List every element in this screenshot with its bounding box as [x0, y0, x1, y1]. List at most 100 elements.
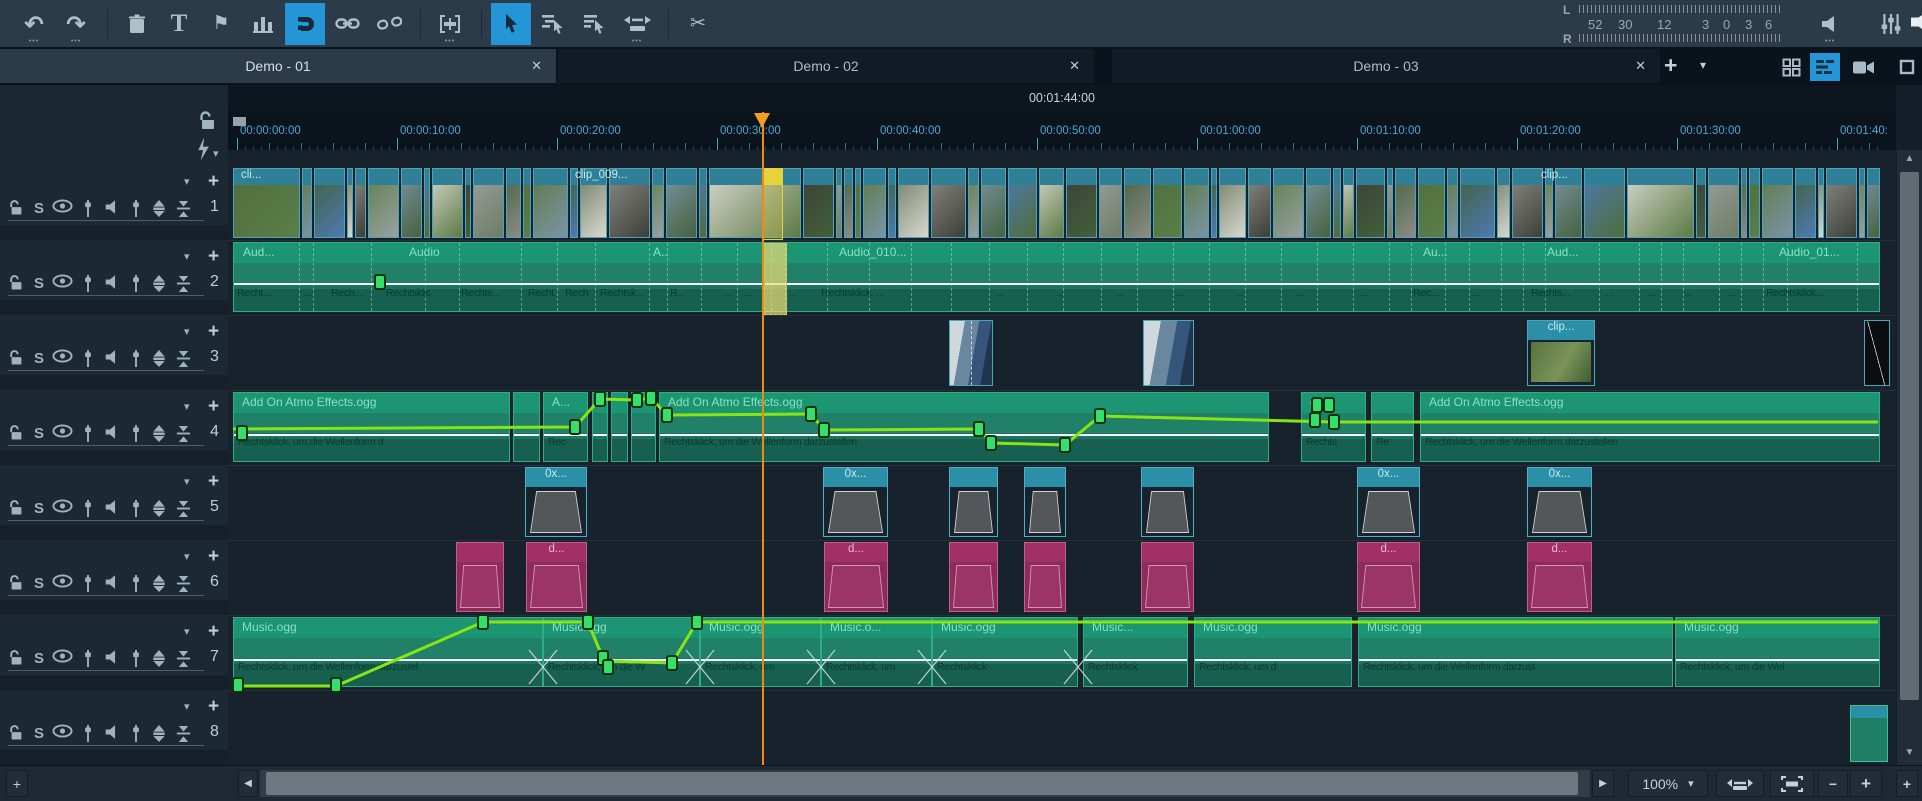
track-speaker-icon[interactable]: [104, 649, 121, 670]
track-lock-icon[interactable]: [8, 724, 25, 747]
track-lock-icon[interactable]: [8, 649, 25, 672]
track-menu-caret-icon[interactable]: ▾: [184, 325, 190, 338]
timeline-background[interactable]: [228, 150, 1896, 765]
track-add-icon[interactable]: +: [208, 546, 219, 568]
track-add-icon[interactable]: +: [208, 246, 219, 268]
stretch-button[interactable]: •••: [617, 3, 657, 45]
track-add-icon[interactable]: +: [208, 396, 219, 418]
track-speaker-icon[interactable]: [104, 499, 121, 520]
track-solo-icon[interactable]: S: [34, 200, 44, 217]
monitor-view-button[interactable]: [1892, 53, 1922, 81]
add-tab-button[interactable]: +: [1664, 52, 1677, 79]
track-speaker-icon[interactable]: [104, 274, 121, 295]
magnet-snap-button[interactable]: [285, 3, 325, 45]
track-lock-icon[interactable]: [8, 499, 25, 522]
track-add-icon[interactable]: +: [208, 696, 219, 718]
vertical-scroll-thumb[interactable]: [1900, 172, 1919, 700]
range-select-button[interactable]: [533, 3, 573, 45]
delete-button[interactable]: [117, 3, 157, 45]
track-solo-icon[interactable]: S: [34, 650, 44, 667]
track-menu-caret-icon[interactable]: ▾: [184, 250, 190, 263]
ruler-lock-icon[interactable]: [198, 110, 218, 132]
undo-button[interactable]: ↶•••: [14, 3, 54, 45]
object-select-button[interactable]: [575, 3, 615, 45]
marker-button[interactable]: ⚑: [201, 3, 241, 45]
mouse-pointer-button[interactable]: [491, 3, 531, 45]
master-volume-button[interactable]: •••: [1812, 3, 1848, 45]
grid-view-button[interactable]: [1776, 53, 1806, 81]
split-button[interactable]: ✂: [678, 3, 718, 45]
ungroup-button[interactable]: [369, 3, 409, 45]
zoom-horizontal-button[interactable]: [1716, 770, 1764, 797]
title-text-button[interactable]: T: [159, 3, 199, 45]
track-visibility-icon[interactable]: [52, 349, 73, 368]
track-menu-caret-icon[interactable]: ▾: [184, 475, 190, 488]
track-visibility-icon[interactable]: [52, 649, 73, 668]
scroll-left-icon[interactable]: ◀: [238, 770, 258, 797]
track-solo-icon[interactable]: S: [34, 725, 44, 742]
zoom-fit-button[interactable]: [1770, 770, 1814, 797]
horizontal-scrollbar[interactable]: [260, 770, 1590, 797]
track-lock-icon[interactable]: [8, 424, 25, 447]
scroll-right-icon[interactable]: ▶: [1592, 770, 1614, 797]
tab-close-icon[interactable]: ✕: [1069, 58, 1080, 74]
track-speaker-icon[interactable]: [104, 724, 121, 745]
track-visibility-icon[interactable]: [52, 424, 73, 443]
track-add-icon[interactable]: +: [208, 321, 219, 343]
track-menu-caret-icon[interactable]: ▾: [184, 175, 190, 188]
track-lock-icon[interactable]: [8, 349, 25, 372]
track-add-icon[interactable]: +: [208, 171, 219, 193]
add-track-button[interactable]: +: [6, 770, 28, 797]
playhead-marker[interactable]: [754, 113, 770, 128]
track-visibility-icon[interactable]: [52, 199, 73, 218]
current-time-display[interactable]: 00:01:44:00: [228, 85, 1896, 112]
tab-demo-01[interactable]: Demo - 01 ✕: [0, 49, 556, 83]
tab-demo-02[interactable]: Demo - 02 ✕: [558, 49, 1094, 83]
track-menu-caret-icon[interactable]: ▾: [184, 625, 190, 638]
track-lock-icon[interactable]: [8, 574, 25, 597]
track-visibility-icon[interactable]: [52, 724, 73, 743]
track-menu-caret-icon[interactable]: ▾: [184, 400, 190, 413]
track-lock-icon[interactable]: [8, 199, 25, 222]
track-solo-icon[interactable]: S: [34, 275, 44, 292]
auto-scroll-lightning-icon[interactable]: [196, 137, 210, 161]
group-button[interactable]: [327, 3, 367, 45]
zoom-level-dropdown[interactable]: 100% ▾: [1628, 770, 1708, 797]
track-speaker-icon[interactable]: [104, 349, 121, 370]
track-visibility-icon[interactable]: [52, 499, 73, 518]
track-speaker-icon[interactable]: [104, 424, 121, 445]
corner-caret-icon[interactable]: ▾: [213, 147, 219, 160]
mixer-button[interactable]: [1874, 6, 1908, 42]
track-speaker-icon[interactable]: [104, 574, 121, 595]
track-add-icon[interactable]: +: [208, 471, 219, 493]
tab-close-icon[interactable]: ✕: [531, 58, 542, 74]
zoom-in-button[interactable]: +: [1850, 770, 1882, 797]
track-add-icon[interactable]: +: [208, 621, 219, 643]
scroll-down-icon[interactable]: ▼: [1897, 744, 1922, 762]
track-visibility-icon[interactable]: [52, 574, 73, 593]
monitor-speaker-icon[interactable]: [1908, 8, 1922, 40]
zoom-out-button[interactable]: −: [1818, 770, 1848, 797]
tab-close-icon[interactable]: ✕: [1635, 58, 1646, 74]
vertical-scrollbar[interactable]: ▲ ▼: [1897, 150, 1922, 765]
track-menu-caret-icon[interactable]: ▾: [184, 550, 190, 563]
scene-view-button[interactable]: [1848, 53, 1878, 81]
track-solo-icon[interactable]: S: [34, 350, 44, 367]
horizontal-scroll-thumb[interactable]: [266, 772, 1578, 795]
track-solo-icon[interactable]: S: [34, 425, 44, 442]
redo-button[interactable]: ↷•••: [56, 3, 96, 45]
add-track-corner-button[interactable]: +: [1896, 770, 1918, 797]
track-speaker-icon[interactable]: [104, 199, 121, 220]
track-solo-icon[interactable]: S: [34, 500, 44, 517]
track-visibility-icon[interactable]: [52, 274, 73, 293]
scroll-up-icon[interactable]: ▲: [1897, 150, 1922, 168]
audio-chart-button[interactable]: [243, 3, 283, 45]
timeline-ruler[interactable]: 00:00:00:0000:00:10:0000:00:20:0000:00:3…: [228, 111, 1896, 151]
tab-demo-03[interactable]: Demo - 03 ✕: [1112, 49, 1660, 83]
track-lock-icon[interactable]: [8, 274, 25, 297]
timeline-view-button[interactable]: [1810, 53, 1840, 81]
track-menu-caret-icon[interactable]: ▾: [184, 700, 190, 713]
track-solo-icon[interactable]: S: [34, 575, 44, 592]
add-tab-menu-caret[interactable]: ▾: [1700, 58, 1706, 72]
insert-range-button[interactable]: •••: [430, 3, 470, 45]
